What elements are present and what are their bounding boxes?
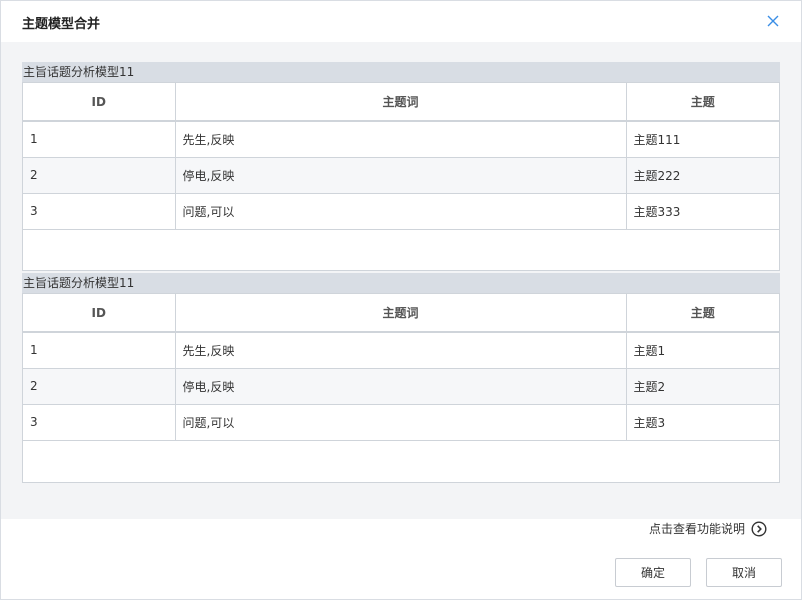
cell-topic: 主题1 [626, 332, 779, 369]
model-section-2: 主旨话题分析模型11 ID 主题词 主题 1 先生,反映 主题1 2 停电,反映… [22, 273, 780, 483]
column-header-keywords[interactable]: 主题词 [175, 83, 627, 122]
cell-keywords: 先生,反映 [175, 332, 627, 369]
cell-topic: 主题333 [626, 193, 779, 230]
model-section-1: 主旨话题分析模型11 ID 主题词 主题 1 先生,反映 主题111 2 停电,… [22, 62, 780, 271]
cell-topic: 主题111 [626, 121, 779, 158]
table-header-row: ID 主题词 主题 [23, 294, 779, 333]
cancel-button[interactable]: 取消 [706, 558, 782, 587]
section-title: 主旨话题分析模型11 [22, 273, 780, 293]
column-header-topic[interactable]: 主题 [626, 294, 779, 333]
dialog-title: 主题模型合并 [22, 17, 101, 32]
cell-id: 1 [23, 121, 176, 158]
table-empty-area [23, 229, 779, 270]
cell-id: 2 [23, 368, 176, 405]
confirm-button[interactable]: 确定 [615, 558, 691, 587]
table-row[interactable]: 1 先生,反映 主题111 [23, 121, 779, 158]
cell-topic: 主题2 [626, 368, 779, 405]
table-empty-area [23, 440, 779, 482]
chevron-right-circle-icon [751, 520, 767, 537]
table-row[interactable]: 2 停电,反映 主题2 [23, 368, 779, 405]
cell-topic: 主题222 [626, 157, 779, 194]
feature-help-link[interactable]: 点击查看功能说明 [649, 520, 767, 537]
merge-topic-model-dialog: 主题模型合并 主旨话题分析模型11 ID 主题词 主题 1 先生,反映 主题11… [0, 0, 802, 600]
table-container: ID 主题词 主题 1 先生,反映 主题1 2 停电,反映 主题2 3 问题,可… [22, 293, 780, 483]
table-container: ID 主题词 主题 1 先生,反映 主题111 2 停电,反映 主题222 3 … [22, 82, 780, 271]
close-icon[interactable] [765, 13, 781, 29]
topic-table: ID 主题词 主题 1 先生,反映 主题111 2 停电,反映 主题222 3 … [23, 83, 779, 230]
table-row[interactable]: 2 停电,反映 主题222 [23, 157, 779, 194]
topic-table: ID 主题词 主题 1 先生,反映 主题1 2 停电,反映 主题2 3 问题,可… [23, 294, 779, 441]
table-row[interactable]: 3 问题,可以 主题3 [23, 404, 779, 441]
column-header-id[interactable]: ID [23, 294, 176, 333]
column-header-id[interactable]: ID [23, 83, 176, 122]
dialog-body: 主旨话题分析模型11 ID 主题词 主题 1 先生,反映 主题111 2 停电,… [1, 42, 801, 519]
cell-id: 3 [23, 193, 176, 230]
dialog-header: 主题模型合并 [1, 1, 801, 42]
cell-id: 3 [23, 404, 176, 441]
cell-keywords: 先生,反映 [175, 121, 627, 158]
table-row[interactable]: 3 问题,可以 主题333 [23, 193, 779, 230]
section-title: 主旨话题分析模型11 [22, 62, 780, 82]
cell-keywords: 停电,反映 [175, 368, 627, 405]
cell-keywords: 问题,可以 [175, 193, 627, 230]
cell-keywords: 停电,反映 [175, 157, 627, 194]
column-header-keywords[interactable]: 主题词 [175, 294, 627, 333]
cell-topic: 主题3 [626, 404, 779, 441]
column-header-topic[interactable]: 主题 [626, 83, 779, 122]
cell-id: 1 [23, 332, 176, 369]
table-row[interactable]: 1 先生,反映 主题1 [23, 332, 779, 369]
help-link-text: 点击查看功能说明 [649, 522, 746, 536]
cell-id: 2 [23, 157, 176, 194]
cell-keywords: 问题,可以 [175, 404, 627, 441]
table-header-row: ID 主题词 主题 [23, 83, 779, 122]
